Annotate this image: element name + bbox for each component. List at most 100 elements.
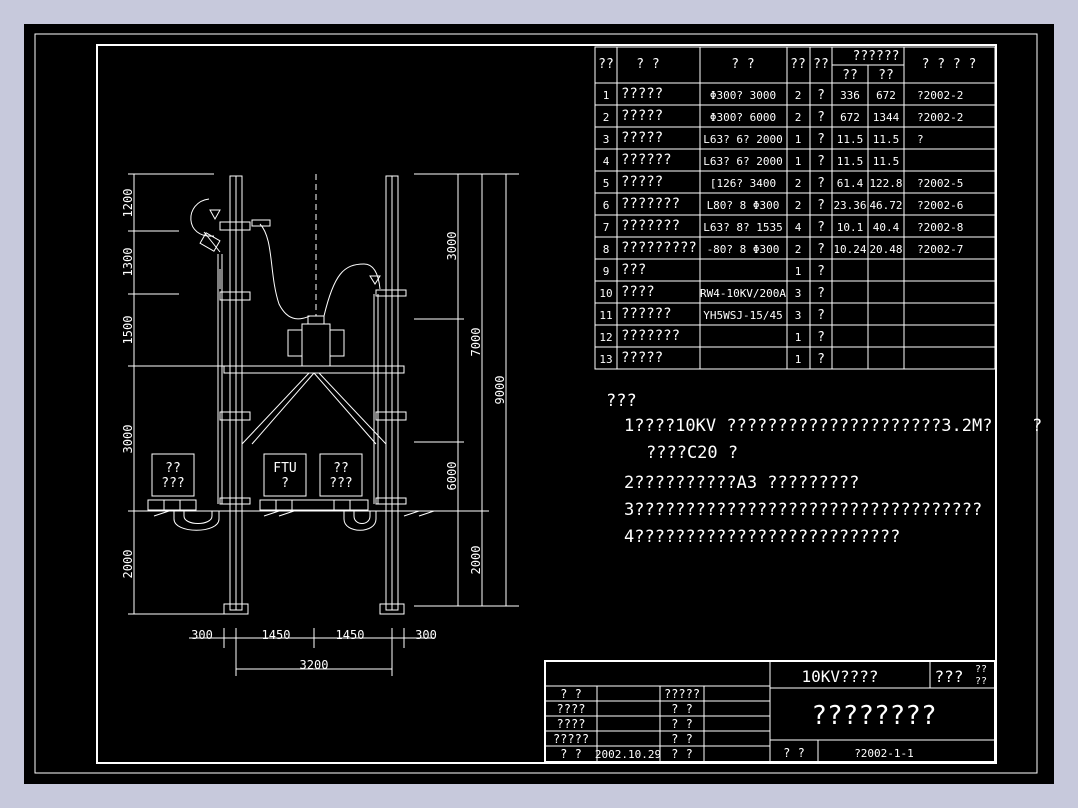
table-cell-spec: -80? 8 Φ300 xyxy=(707,243,780,256)
table-cell-spec: Φ300? 6000 xyxy=(710,111,776,124)
table-cell-no: 6 xyxy=(603,199,610,212)
table-cell-total-weight: 11.5 xyxy=(873,155,900,168)
right-dim-2: 7000 xyxy=(469,328,483,357)
table-cell-no: 11 xyxy=(599,309,612,322)
notes-heading: ??? xyxy=(606,391,637,411)
table-cell-qty: 3 xyxy=(795,309,802,322)
table-cell-no: 12 xyxy=(599,331,612,344)
table-cell-spec: L63? 6? 2000 xyxy=(703,133,782,146)
left-cabinet-label-2: ??? xyxy=(161,476,184,491)
table-cell-unit: ? xyxy=(817,330,825,345)
right-dim-4: 2000 xyxy=(469,546,483,575)
table-cell-unit: ? xyxy=(817,264,825,279)
table-cell-unit-weight: 10.1 xyxy=(837,221,864,234)
table-cell-qty: 2 xyxy=(795,177,802,190)
header-unit: ?? xyxy=(813,57,829,72)
inner-frame xyxy=(96,44,997,764)
bottom-dim-3: 1450 xyxy=(336,628,365,642)
drawing-title: ???????? xyxy=(811,701,936,731)
ftu-cabinet-label-2: ? xyxy=(281,476,289,491)
table-cell-qty: 2 xyxy=(795,111,802,124)
title-row-role: ? ? xyxy=(671,717,693,731)
title-row-role: ? ? xyxy=(671,732,693,746)
table-cell-unit: ? xyxy=(817,242,825,257)
header-name: ? ? xyxy=(636,57,659,72)
table-cell-remark: ?2002-6 xyxy=(917,199,963,212)
table-cell-remark: ?2002-8 xyxy=(917,221,963,234)
transformer-platform xyxy=(223,365,405,374)
table-cell-unit: ? xyxy=(817,220,825,235)
table-cell-name: ????? xyxy=(621,86,663,102)
table-cell-qty: 1 xyxy=(795,133,802,146)
note-line-2: 2??????????A3 ????????? xyxy=(624,473,859,493)
table-cell-total-weight: 672 xyxy=(876,89,896,102)
footer-label: ? ? xyxy=(783,746,805,760)
table-cell-qty: 2 xyxy=(795,243,802,256)
table-cell-total-weight: 20.48 xyxy=(869,243,902,256)
bottom-dim-2: 1450 xyxy=(262,628,291,642)
table-cell-qty: 1 xyxy=(795,353,802,366)
title-block-rows: ? ??????????? ?????? ??????? ?? ? 2002.10… xyxy=(553,687,700,761)
table-cell-spec: Φ300? 3000 xyxy=(710,89,776,102)
right-dim-total: 9000 xyxy=(493,376,507,405)
left-dimensions xyxy=(128,173,224,615)
left-dimension-labels: 1200 1300 1500 3000 2000 xyxy=(121,189,135,579)
table-cell-spec: RW4-10KV/200A xyxy=(700,287,786,300)
title-row-role: ? ? xyxy=(671,702,693,716)
right-cabinet-label-1: ?? xyxy=(333,461,349,476)
table-cell-no: 8 xyxy=(603,243,610,256)
table-cell-unit-weight: 11.5 xyxy=(837,133,864,146)
table-cell-no: 3 xyxy=(603,133,610,146)
table-cell-name: ???? xyxy=(621,284,655,300)
table-cell-name: ??????? xyxy=(621,218,680,234)
table-cell-spec: L63? 6? 2000 xyxy=(703,155,782,168)
table-cell-qty: 1 xyxy=(795,331,802,344)
left-dim-1: 1200 xyxy=(121,189,135,218)
left-cabinet-label-1: ?? xyxy=(165,461,181,476)
table-cell-no: 7 xyxy=(603,221,610,234)
right-cabinet-label-2: ??? xyxy=(329,476,352,491)
drawing-code-small-top: ?? xyxy=(975,664,987,675)
header-total-weight: ?? xyxy=(878,68,894,83)
table-cell-qty: 1 xyxy=(795,265,802,278)
table-cell-unit-weight: 23.36 xyxy=(833,199,866,212)
table-cell-qty: 4 xyxy=(795,221,802,234)
table-cell-unit: ? xyxy=(817,198,825,213)
table-cell-total-weight: 1344 xyxy=(873,111,900,124)
table-cell-spec: L80? 8 Φ300 xyxy=(707,199,780,212)
table-cell-spec: L63? 8? 1535 xyxy=(703,221,782,234)
table-cell-remark: ?2002-2 xyxy=(917,111,963,124)
drawing-code: ??? xyxy=(935,667,964,686)
table-cell-qty: 2 xyxy=(795,89,802,102)
title-row-label: ? ? xyxy=(560,687,582,701)
table-cell-no: 10 xyxy=(599,287,612,300)
table-cell-total-weight: 11.5 xyxy=(873,133,900,146)
bottom-dim-1: 300 xyxy=(191,628,213,642)
bottom-dim-4: 300 xyxy=(415,628,437,642)
title-row-label: ???? xyxy=(557,702,586,716)
header-unit-weight: ?? xyxy=(842,68,858,83)
table-cell-remark: ?2002-5 xyxy=(917,177,963,190)
table-cell-spec: [126? 3400 xyxy=(710,177,776,190)
drawing-sheet: ?? ? ? ? ? ?? ?? ?????? ?? ?? ? ? ? ? 1?… xyxy=(34,33,1042,774)
table-cell-name: ??????? xyxy=(621,328,680,344)
table-cell-unit: ? xyxy=(817,154,825,169)
header-no: ?? xyxy=(598,57,614,72)
title-block-text: 10KV???? ??? ?? ?? ???????? ? ? ?2002-1-… xyxy=(783,664,987,760)
table-cell-name: ????? xyxy=(621,174,663,190)
note-line-1c: ????C20 ? xyxy=(646,443,738,463)
table-cell-unit: ? xyxy=(817,176,825,191)
transformer xyxy=(301,323,331,367)
table-cell-qty: 3 xyxy=(795,287,802,300)
table-cell-unit-weight: 672 xyxy=(840,111,860,124)
title-row-label: ???? xyxy=(557,717,586,731)
note-line-3: 3?????????????????????????????????? xyxy=(624,500,982,520)
drawing-code-small-bottom: ?? xyxy=(975,676,987,687)
right-dim-3: 6000 xyxy=(445,462,459,491)
header-qty: ?? xyxy=(790,57,806,72)
table-cell-unit: ? xyxy=(817,286,825,301)
project-name: 10KV???? xyxy=(801,667,878,686)
table-cell-no: 1 xyxy=(603,89,610,102)
table-cell-qty: 2 xyxy=(795,199,802,212)
left-dim-3: 1500 xyxy=(121,316,135,345)
